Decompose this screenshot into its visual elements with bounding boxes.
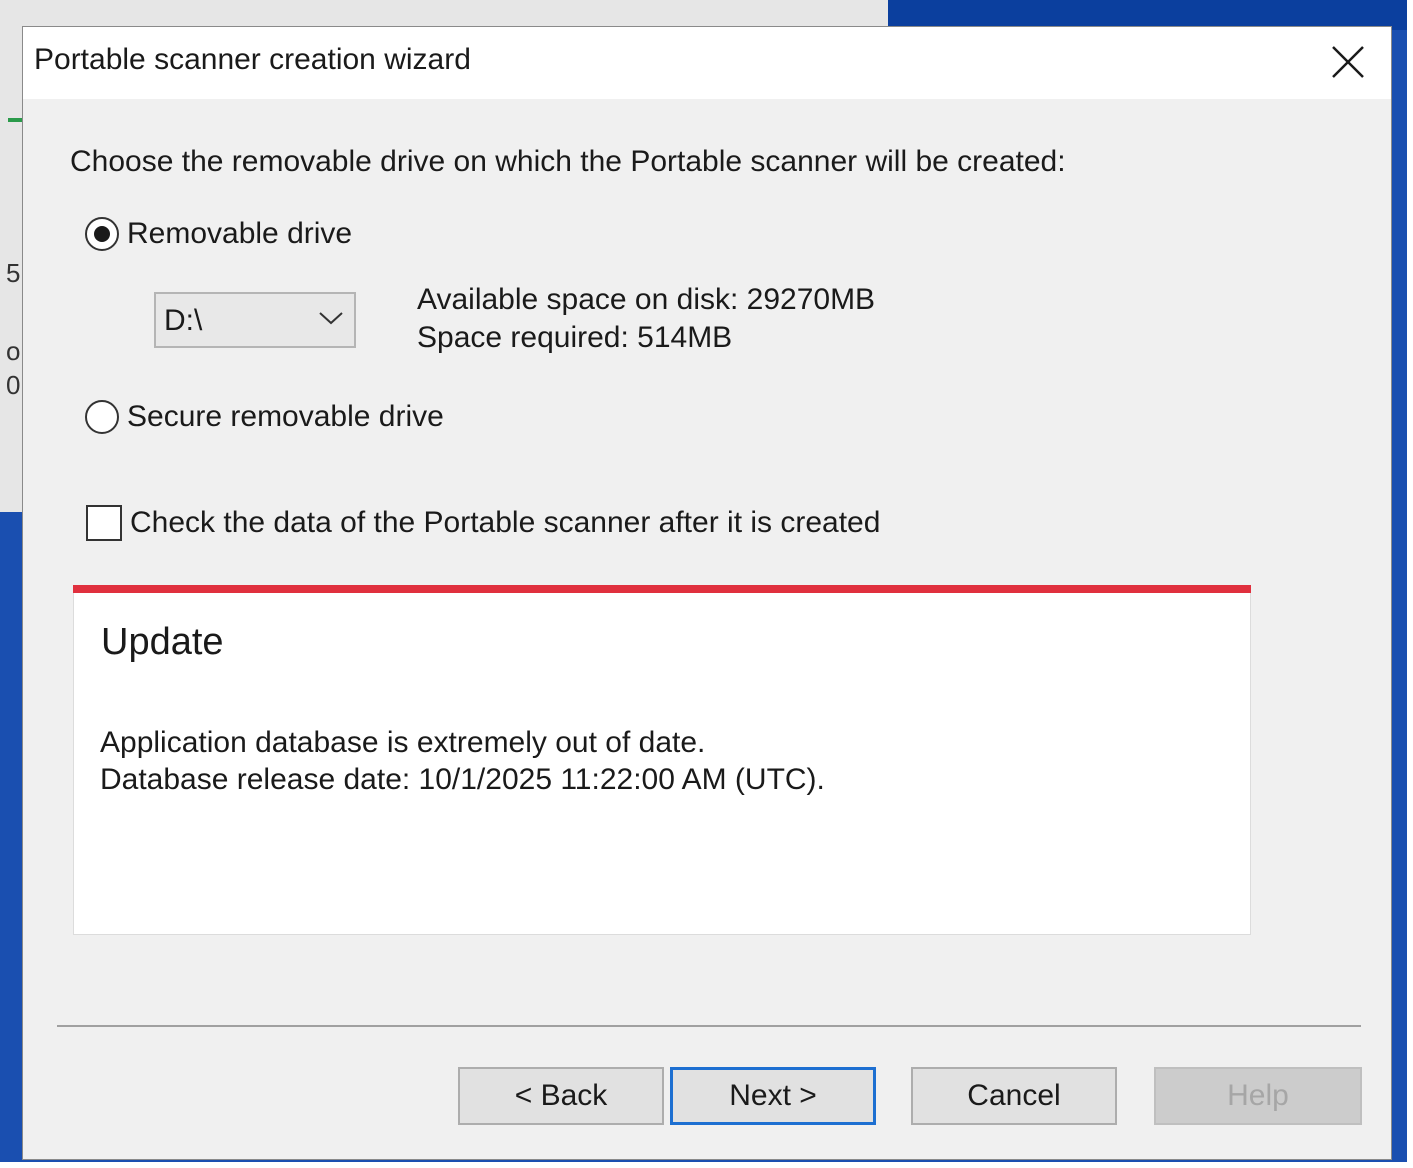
close-icon [1332, 46, 1364, 78]
back-button[interactable]: < Back [458, 1067, 664, 1125]
space-info: Available space on disk: 29270MB Space r… [417, 281, 875, 357]
cancel-button[interactable]: Cancel [911, 1067, 1117, 1125]
radio-label: Secure removable drive [127, 400, 444, 433]
divider [57, 1025, 1361, 1027]
update-message-line: Database release date: 10/1/2025 11:22:0… [100, 763, 825, 796]
help-button[interactable]: Help [1154, 1067, 1362, 1125]
radio-button[interactable] [85, 400, 119, 434]
wizard-dialog: Portable scanner creation wizard Choose … [22, 26, 1392, 1160]
verify-data-checkbox[interactable] [86, 505, 122, 541]
update-notice-panel: Update Application database is extremely… [73, 585, 1251, 935]
available-space: Available space on disk: 29270MB [417, 283, 876, 316]
update-accent-bar [73, 585, 1251, 593]
radio-label: Removable drive [127, 217, 353, 250]
radio-button[interactable] [85, 217, 119, 251]
title-bar: Portable scanner creation wizard [23, 27, 1391, 99]
update-title: Update [101, 621, 224, 663]
background-text-fragment: 5 [6, 258, 21, 288]
required-space: Space required: 514MB [417, 321, 733, 354]
radio-removable-drive[interactable]: Removable drive [85, 217, 352, 251]
desktop-edge [1407, 0, 1413, 1168]
verify-data-checkbox-row[interactable]: Check the data of the Portable scanner a… [86, 505, 880, 541]
update-message-line: Application database is extremely out of… [100, 726, 706, 759]
drive-select[interactable]: D:\ [154, 292, 356, 348]
close-button[interactable] [1305, 27, 1391, 97]
drive-select-value: D:\ [164, 304, 203, 337]
radio-secure-removable-drive[interactable]: Secure removable drive [85, 400, 444, 434]
drive-prompt: Choose the removable drive on which the … [70, 145, 1066, 178]
checkbox-label: Check the data of the Portable scanner a… [130, 506, 881, 539]
background-text-fragment: 0 [6, 370, 21, 400]
desktop-edge [0, 1162, 1413, 1168]
next-button[interactable]: Next > [670, 1067, 876, 1125]
window-title: Portable scanner creation wizard [34, 43, 471, 76]
chevron-down-icon [319, 312, 343, 325]
background-text-fragment: o [6, 336, 21, 366]
update-message: Application database is extremely out of… [100, 724, 825, 798]
